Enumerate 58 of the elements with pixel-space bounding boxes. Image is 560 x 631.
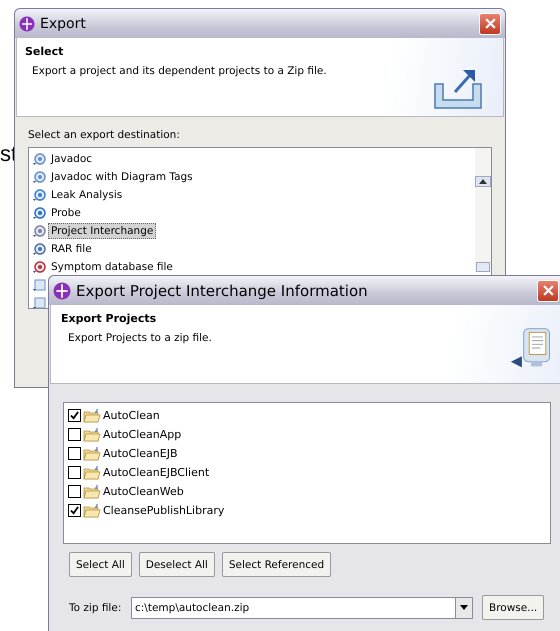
export-type-icon <box>32 296 46 308</box>
export-type-icon <box>32 170 46 184</box>
checkbox[interactable] <box>68 428 81 441</box>
scrollbar[interactable] <box>475 148 491 272</box>
close-button[interactable] <box>479 12 501 34</box>
folder-icon <box>83 504 101 518</box>
header-description: Export a project and its dependent projects to a Zip file. <box>31 65 327 77</box>
up-arrow-icon[interactable] <box>479 178 487 184</box>
export-type-icon <box>32 278 46 292</box>
selection-button[interactable]: Select Referenced <box>222 552 332 577</box>
folder-icon <box>83 446 101 460</box>
export-type-icon <box>32 242 46 256</box>
destination-item[interactable]: Project Interchange <box>48 223 156 239</box>
header-title: Export Projects <box>61 312 158 325</box>
caret-icon <box>460 605 468 610</box>
checkbox[interactable] <box>68 447 81 460</box>
destination-item[interactable]: Probe <box>48 205 84 221</box>
destination-item[interactable]: Symptom database file <box>48 259 176 275</box>
export-type-icon <box>32 188 46 202</box>
project-name: CleansePublishLibrary <box>103 504 224 517</box>
zip-file-label: To zip file: <box>69 602 122 614</box>
close-icon <box>542 285 554 296</box>
destination-item[interactable]: Javadoc <box>48 151 96 167</box>
dropdown-button[interactable] <box>455 596 473 618</box>
list-label: Select an export destination: <box>28 129 181 141</box>
export-type-icon <box>32 206 46 220</box>
destination-item[interactable]: Leak Analysis <box>48 187 126 203</box>
folder-icon <box>83 466 101 480</box>
selection-button[interactable]: Select All <box>69 552 132 577</box>
folder-icon <box>83 428 101 442</box>
app-icon <box>53 282 71 300</box>
checkbox[interactable] <box>68 409 81 422</box>
checkbox[interactable] <box>68 466 81 479</box>
project-name: AutoCleanEJB <box>103 447 178 460</box>
checkbox[interactable] <box>68 504 81 517</box>
export-type-icon <box>32 224 46 238</box>
project-name: AutoCleanWeb <box>103 485 184 498</box>
folder-icon <box>83 408 101 422</box>
header-description: Export Projects to a zip file. <box>67 332 212 344</box>
window-title: Export <box>40 16 86 32</box>
destination-item[interactable]: RAR file <box>48 241 95 257</box>
window-title: Export Project Interchange Information <box>76 282 368 300</box>
project-name: AutoCleanEJBClient <box>103 466 210 479</box>
project-name: AutoClean <box>103 409 160 422</box>
app-icon <box>19 16 35 32</box>
header-title: Select <box>25 45 64 58</box>
export-type-icon <box>32 260 46 274</box>
export-type-icon <box>32 152 46 166</box>
close-button[interactable] <box>537 280 559 302</box>
checkbox[interactable] <box>68 485 81 498</box>
folder-icon <box>83 484 101 498</box>
zip-file-field[interactable]: c:\temp\autoclean.zip <box>131 596 455 618</box>
scroll-thumb[interactable] <box>476 262 490 272</box>
browse-button[interactable]: Browse... <box>482 595 544 620</box>
project-name: AutoCleanApp <box>103 428 182 441</box>
close-icon <box>484 18 496 29</box>
destination-item[interactable]: Javadoc with Diagram Tags <box>48 169 196 185</box>
selection-button[interactable]: Deselect All <box>138 552 215 577</box>
